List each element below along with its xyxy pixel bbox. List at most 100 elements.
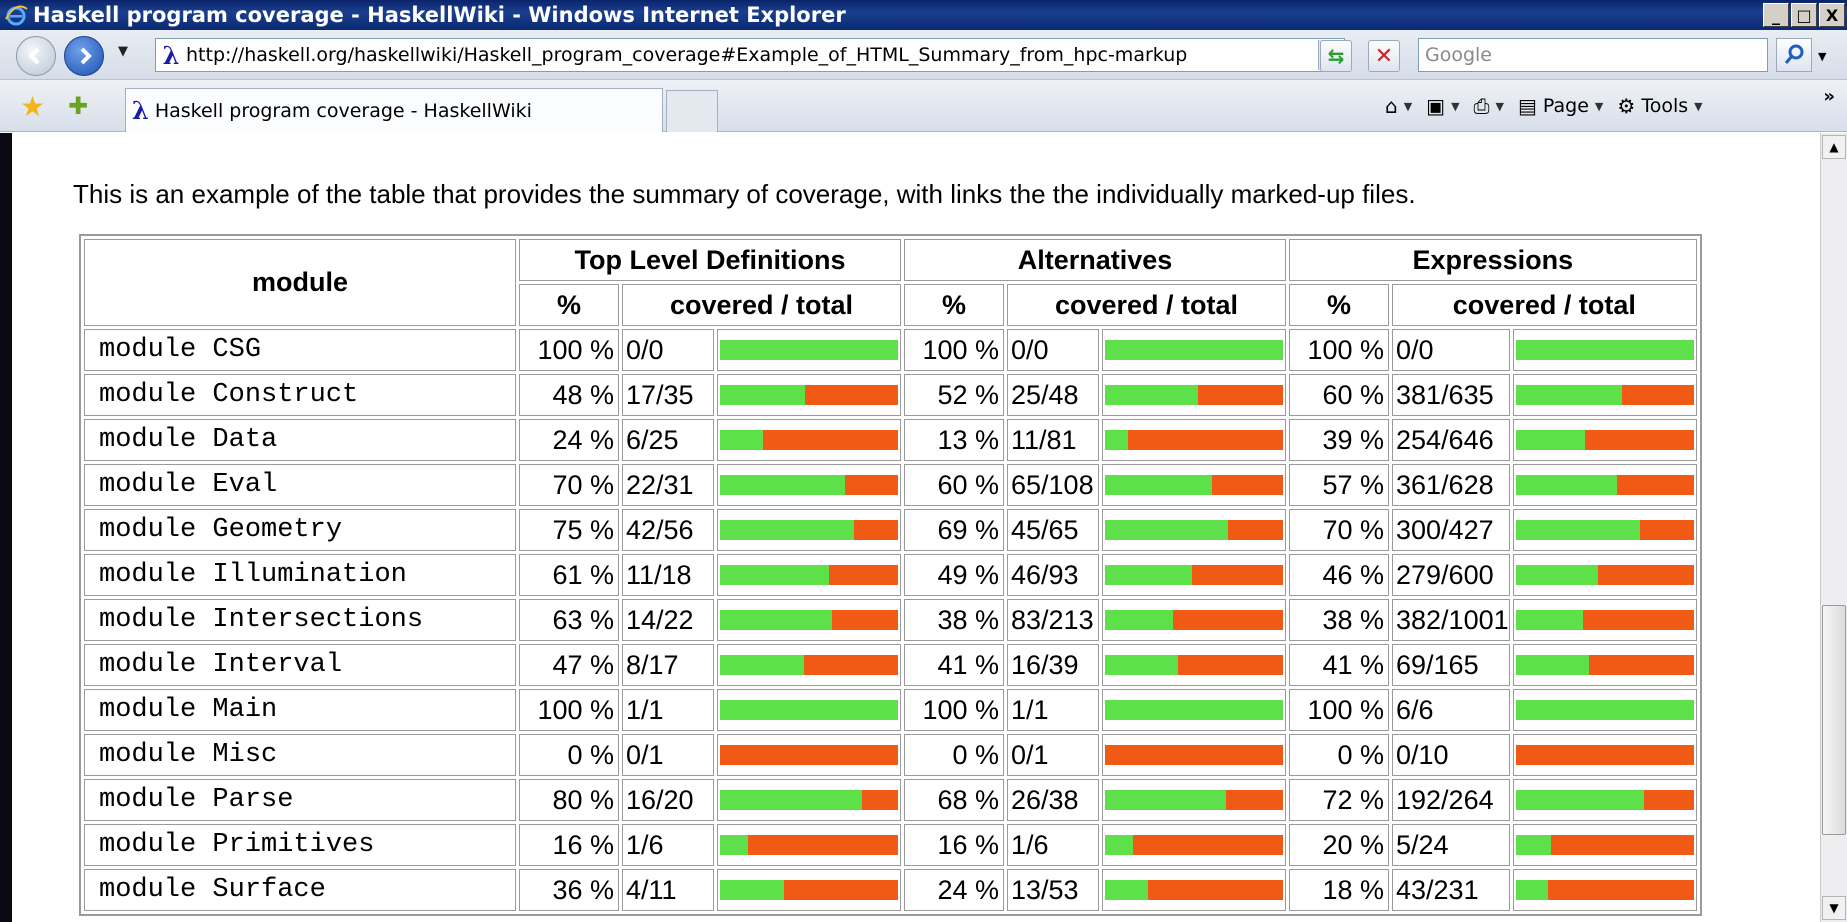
top-level-covered-total: 8/17 [622,644,714,686]
alternatives-covered-total: 0/0 [1007,329,1099,371]
module-name-link[interactable]: module Interval [84,644,516,686]
feeds-icon[interactable]: ▣ [1426,94,1445,118]
print-dropdown[interactable]: ▼ [1496,100,1504,113]
coverage-bar [1515,340,1694,360]
top-level-percent: 61 % [519,554,619,596]
scroll-down-arrow[interactable]: ▼ [1822,896,1846,920]
scroll-up-arrow[interactable]: ▲ [1822,135,1846,159]
expressions-coverage-bar-cell [1512,419,1697,461]
url-text[interactable]: http://haskell.org/haskellwiki/Haskell_p… [186,44,1318,66]
top-level-percent: 0 % [519,734,619,776]
top-level-coverage-bar-cell [717,329,901,371]
top-level-covered-total: 1/6 [622,824,714,866]
coverage-bar-fill [720,430,763,450]
expressions-percent: 72 % [1289,779,1389,821]
address-field[interactable]: λ http://haskell.org/haskellwiki/Haskell… [155,38,1345,72]
search-button[interactable] [1776,38,1812,72]
alternatives-coverage-bar-cell [1102,824,1286,866]
expressions-coverage-bar-cell [1512,779,1697,821]
minimize-button[interactable]: _ [1763,3,1789,27]
module-name-link[interactable]: module Main [84,689,516,731]
home-dropdown[interactable]: ▼ [1404,100,1412,113]
expressions-covered-total: 5/24 [1392,824,1510,866]
table-row: module Data 24 % 6/25 13 % 11/81 39 % 254/646 [84,419,1697,461]
module-name-link[interactable]: module Data [84,419,516,461]
coverage-bar-fill [1515,430,1586,450]
back-button[interactable] [16,36,56,76]
alternatives-coverage-bar-cell [1102,599,1286,641]
module-name-link[interactable]: module Surface [84,869,516,911]
module-name-link[interactable]: module Parse [84,779,516,821]
module-name-link[interactable]: module Intersections [84,599,516,641]
coverage-bar [1515,430,1694,450]
refresh-icon: ⇆ [1327,44,1345,68]
expressions-percent: 100 % [1289,329,1389,371]
module-name-link[interactable]: module Primitives [84,824,516,866]
top-level-percent: 70 % [519,464,619,506]
coverage-bar [1105,475,1283,495]
coverage-bar-fill [1105,520,1228,540]
coverage-bar-fill [1515,700,1694,720]
coverage-bar [720,835,898,855]
header-top-level-definitions: Top Level Definitions [519,239,901,281]
tools-dropdown[interactable]: ▼ [1694,100,1702,113]
module-name-link[interactable]: module Construct [84,374,516,416]
top-level-percent: 100 % [519,329,619,371]
module-name-link[interactable]: module Geometry [84,509,516,551]
search-input[interactable]: Google [1418,38,1768,72]
coverage-bar-fill [1515,610,1584,630]
window-left-edge [0,133,12,922]
alternatives-covered-total: 11/81 [1007,419,1099,461]
coverage-bar [1105,610,1283,630]
expressions-covered-total: 69/165 [1392,644,1510,686]
chevron-more-icon[interactable]: » [1823,86,1835,107]
stop-button[interactable]: ✕ [1368,40,1400,72]
coverage-bar-fill [1515,790,1644,810]
module-name-link[interactable]: module CSG [84,329,516,371]
expressions-coverage-bar-cell [1512,599,1697,641]
coverage-bar-fill [1515,835,1552,855]
add-favorites-icon[interactable]: ✚ [68,92,88,120]
alternatives-coverage-bar-cell [1102,869,1286,911]
coverage-summary-table: module Top Level Definitions Alternative… [79,234,1702,916]
coverage-bar-fill [1515,880,1548,900]
alternatives-covered-total: 26/38 [1007,779,1099,821]
top-level-percent: 63 % [519,599,619,641]
coverage-bar-fill [720,790,863,810]
coverage-bar-fill [720,520,854,540]
new-tab-button[interactable] [666,90,718,132]
alternatives-covered-total: 13/53 [1007,869,1099,911]
top-level-coverage-bar-cell [717,869,901,911]
top-level-covered-total: 17/35 [622,374,714,416]
alternatives-covered-total: 16/39 [1007,644,1099,686]
refresh-button[interactable]: ⇆ [1320,40,1352,72]
expressions-percent: 41 % [1289,644,1389,686]
page-dropdown[interactable]: ▼ [1595,100,1603,113]
close-button[interactable]: X [1819,3,1845,27]
tools-menu[interactable]: Tools [1641,95,1688,117]
table-row: module Eval 70 % 22/31 60 % 65/108 57 % 361/62… [84,464,1697,506]
search-options-dropdown[interactable]: ▼ [1818,50,1826,63]
vertical-scrollbar[interactable]: ▲ ▼ [1820,133,1847,922]
maximize-button[interactable]: □ [1791,3,1817,27]
alternatives-covered-total: 46/93 [1007,554,1099,596]
page-menu[interactable]: Page [1543,95,1589,117]
expressions-coverage-bar-cell [1512,824,1697,866]
tab-favicon-lambda-icon: λ [132,96,149,125]
module-name-link[interactable]: module Misc [84,734,516,776]
module-name-link[interactable]: module Illumination [84,554,516,596]
expressions-percent: 70 % [1289,509,1389,551]
home-icon[interactable]: ⌂ [1385,94,1398,118]
tab-haskell-program-coverage[interactable]: λ Haskell program coverage - HaskellWiki [125,88,663,132]
coverage-bar-fill [1105,340,1283,360]
recent-pages-dropdown[interactable]: ▼ [118,44,128,59]
intro-paragraph: This is an example of the table that pro… [73,179,1416,209]
favorites-star-icon[interactable]: ★ [20,90,45,123]
feeds-dropdown[interactable]: ▼ [1451,100,1459,113]
scrollbar-thumb[interactable] [1822,605,1846,835]
forward-button[interactable] [64,36,104,76]
module-name-link[interactable]: module Eval [84,464,516,506]
top-level-coverage-bar-cell [717,464,901,506]
expressions-coverage-bar-cell [1512,869,1697,911]
print-icon[interactable]: ⎙ [1474,94,1490,118]
